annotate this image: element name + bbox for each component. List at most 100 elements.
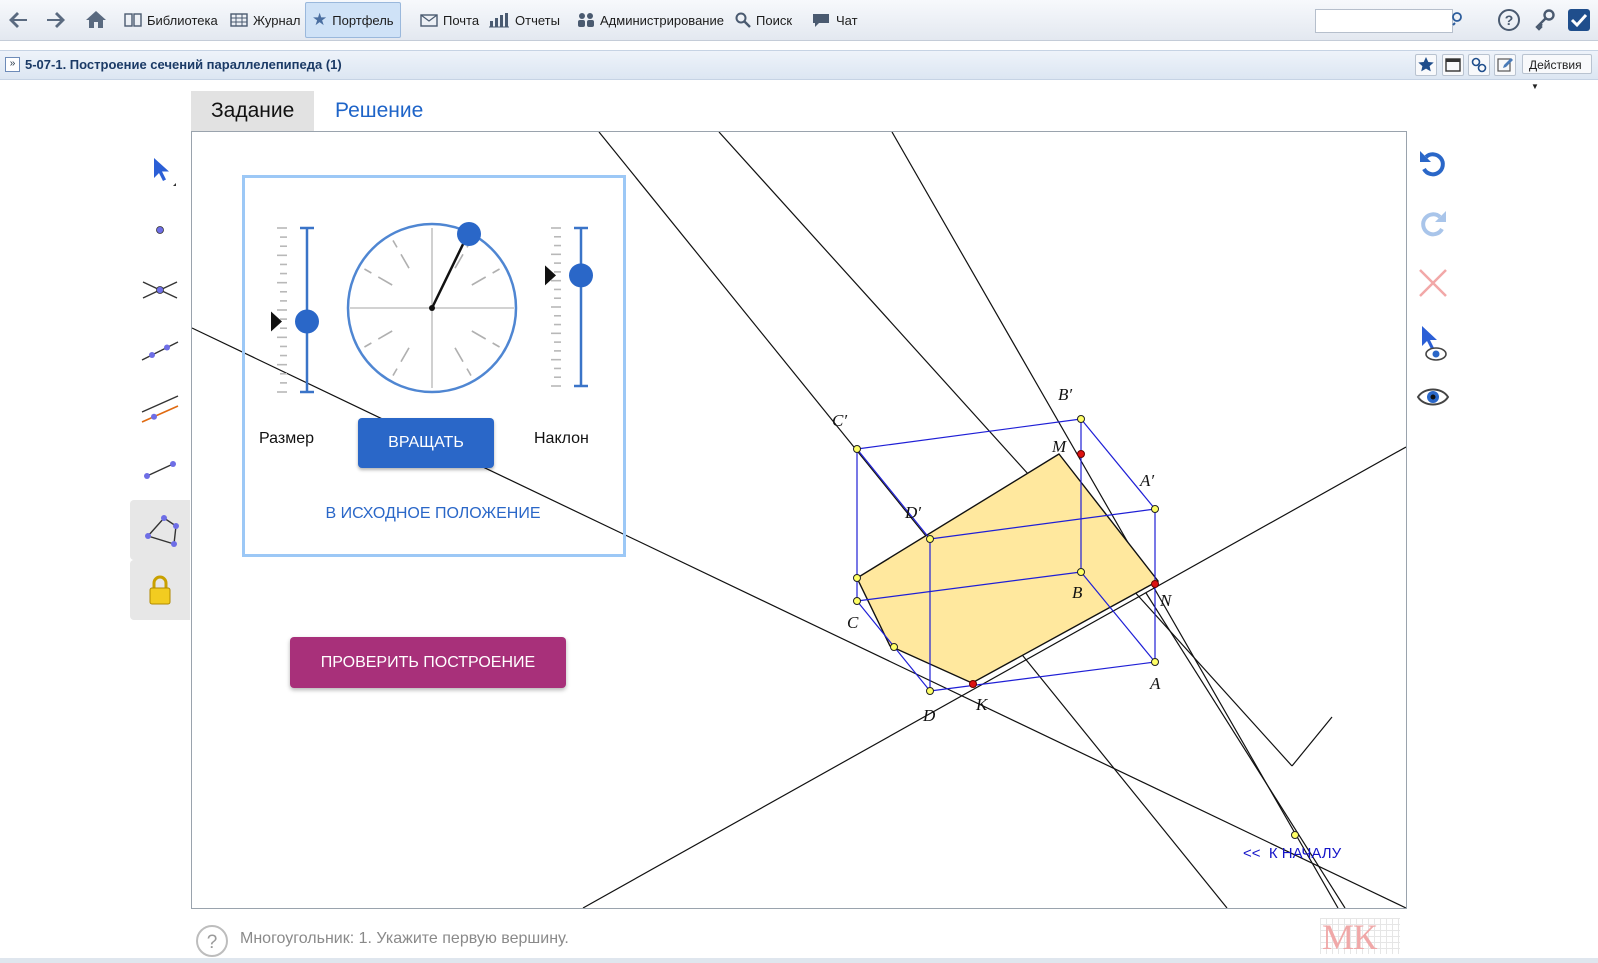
tilt-slider[interactable] — [545, 226, 593, 388]
tool-point[interactable] — [130, 200, 190, 260]
help-icon[interactable]: ? — [1497, 8, 1521, 32]
size-slider[interactable] — [271, 226, 319, 394]
point-K[interactable] — [969, 680, 977, 688]
window-button[interactable] — [1442, 54, 1464, 76]
edit-button[interactable] — [1494, 54, 1516, 76]
construction-line[interactable] — [1291, 716, 1333, 767]
mk-logo: МК — [1320, 917, 1400, 957]
intersection-icon — [142, 281, 178, 299]
nav-mail-label: Почта — [443, 12, 480, 28]
tool-lock[interactable] — [130, 560, 190, 620]
undo-button[interactable] — [1410, 140, 1456, 186]
line-icon — [141, 341, 179, 361]
vertex-C[interactable] — [853, 597, 861, 605]
nav-chat-label: Чат — [836, 12, 858, 28]
favorite-button[interactable] — [1415, 54, 1437, 76]
point-M[interactable] — [1077, 450, 1085, 458]
vertex-A[interactable] — [1151, 658, 1159, 666]
status-message: Многоугольник: 1. Укажите первую вершину… — [240, 930, 569, 947]
tool-segment[interactable] — [130, 440, 190, 500]
rotation-dial[interactable] — [346, 222, 518, 394]
rotate-button[interactable]: ВРАЩАТЬ — [358, 418, 494, 468]
nav-library-label: Библиотека — [147, 12, 218, 28]
polygon-icon — [145, 515, 179, 547]
nav-search[interactable]: Поиск — [735, 9, 792, 31]
speech-bubble-icon — [813, 14, 829, 27]
nav-admin[interactable]: Администрирование — [577, 9, 724, 31]
redo-button[interactable] — [1410, 200, 1456, 246]
expand-chevron-icon[interactable]: » — [5, 57, 20, 72]
show-hide-tool-button[interactable] — [1410, 320, 1456, 366]
search-submit-icon[interactable] — [1450, 11, 1466, 27]
forward-arrow-icon[interactable] — [44, 8, 68, 32]
vertex-D1[interactable] — [926, 535, 934, 543]
actions-label: Действия — [1529, 58, 1582, 72]
back-arrow-icon[interactable] — [6, 8, 30, 32]
label-B1: B′ — [1058, 385, 1072, 404]
star-icon: ★ — [312, 10, 328, 29]
edge[interactable] — [856, 418, 1082, 450]
document-title-bar: » 5-07-1. Построение сечений параллелепи… — [0, 50, 1598, 91]
left-tool-panel — [130, 140, 190, 620]
document-title: 5-07-1. Построение сечений параллелепипе… — [25, 57, 342, 72]
intersection-point[interactable] — [1291, 831, 1299, 839]
tab-task[interactable]: Задание — [191, 91, 315, 131]
tool-parallel[interactable] — [130, 380, 190, 440]
share-icon — [1471, 57, 1487, 73]
tool-line[interactable] — [130, 320, 190, 380]
checkmark-icon[interactable] — [1567, 8, 1591, 32]
vertex-B[interactable] — [1077, 568, 1085, 576]
reset-position-link[interactable]: В ИСХОДНОЕ ПОЛОЖЕНИЕ — [245, 505, 613, 523]
vertex-C1[interactable] — [853, 445, 861, 453]
users-icon — [578, 13, 594, 27]
tab-solution[interactable]: Решение — [315, 91, 443, 131]
nav-journal[interactable]: Журнал — [230, 9, 300, 31]
nav-chat[interactable]: Чат — [811, 9, 858, 31]
svg-text:?: ? — [1505, 12, 1514, 28]
padlock-icon — [149, 575, 171, 605]
key-icon[interactable] — [1533, 8, 1557, 32]
tool-intersect[interactable] — [130, 260, 190, 320]
actions-dropdown[interactable]: Действия ▼ — [1522, 54, 1592, 91]
section-polygon[interactable] — [856, 453, 1160, 684]
book-icon — [124, 13, 142, 27]
dial-knob[interactable] — [457, 222, 481, 246]
check-construction-button[interactable]: ПРОВЕРИТЬ ПОСТРОЕНИЕ — [290, 637, 566, 688]
tool-polygon[interactable] — [130, 500, 190, 560]
label-K: K — [975, 695, 989, 714]
section-point[interactable] — [853, 574, 861, 582]
nav-reports[interactable]: Отчеты — [488, 9, 560, 31]
delete-button[interactable] — [1410, 260, 1456, 306]
to-start-link[interactable]: << К НАЧАЛУ — [1243, 845, 1341, 862]
help-circle-icon[interactable]: ? — [195, 924, 229, 958]
label-A: A — [1149, 674, 1161, 693]
search-input[interactable] — [1315, 9, 1453, 33]
tilt-label: Наклон — [534, 430, 589, 447]
star-icon — [1418, 57, 1434, 72]
view-control-svg — [271, 222, 593, 394]
nav-mail[interactable]: Почта — [420, 9, 479, 31]
mk-logo-text: МК — [1322, 917, 1377, 957]
section-point[interactable] — [890, 643, 898, 651]
vertex-A1[interactable] — [1151, 505, 1159, 513]
home-icon[interactable] — [84, 8, 108, 32]
size-slider-knob[interactable] — [295, 309, 319, 334]
tool-move[interactable] — [130, 140, 190, 200]
window-icon — [1445, 58, 1461, 72]
nav-search-label: Поиск — [756, 12, 793, 28]
vertex-D[interactable] — [926, 687, 934, 695]
share-button[interactable] — [1468, 54, 1490, 76]
visibility-button[interactable] — [1410, 374, 1456, 420]
nav-library[interactable]: Библиотека — [124, 9, 218, 31]
parallel-lines-icon — [141, 395, 179, 423]
nav-portfolio[interactable]: ★ Портфель — [305, 2, 401, 38]
label-M: M — [1051, 437, 1067, 456]
tilt-slider-knob[interactable] — [569, 263, 593, 288]
geometry-canvas[interactable]: C′ B′ A′ D′ M B N C A K D Размер Наклон … — [191, 131, 1407, 909]
undo-icon — [1420, 151, 1445, 177]
vertex-B1[interactable] — [1077, 415, 1085, 423]
edge[interactable] — [856, 448, 931, 540]
point-N[interactable] — [1151, 580, 1159, 588]
size-label: Размер — [259, 430, 314, 447]
envelope-icon — [420, 13, 438, 27]
